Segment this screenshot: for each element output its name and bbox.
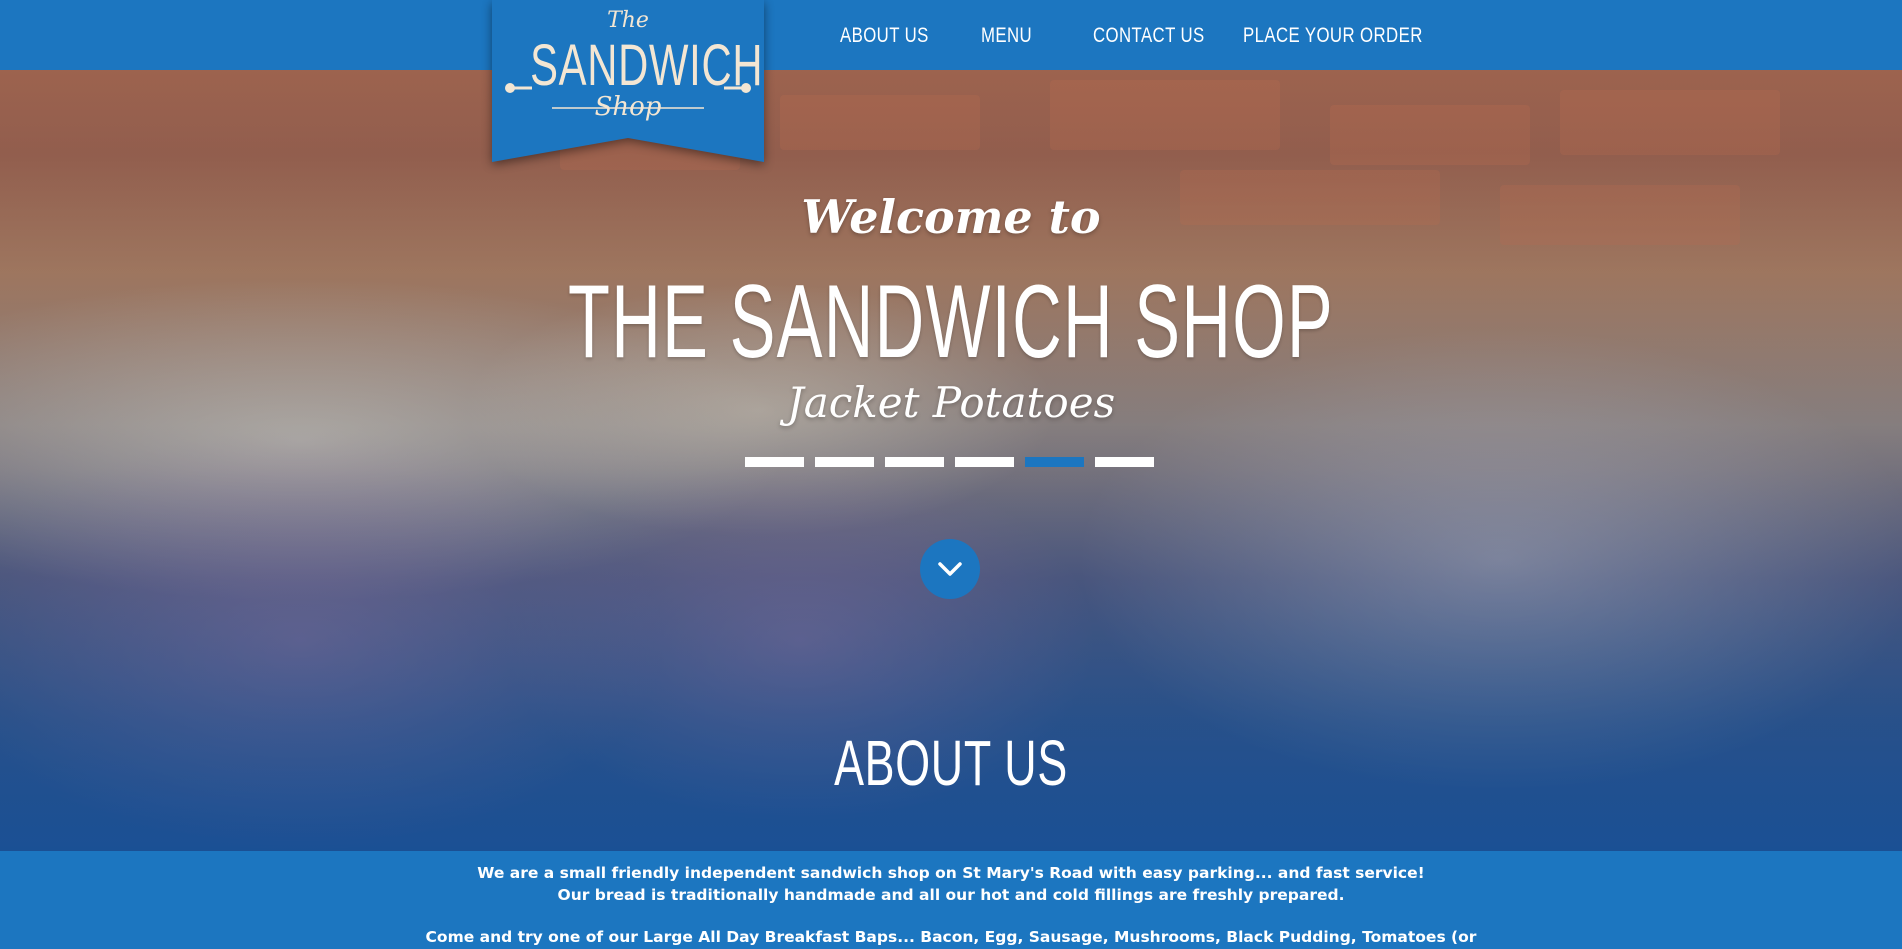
hero-slide-caption: Jacket Potatoes xyxy=(786,378,1116,427)
slider-dot-5-active[interactable] xyxy=(1025,457,1084,467)
slider-dot-3[interactable] xyxy=(885,457,944,467)
slider-pagination xyxy=(745,457,1154,467)
slider-dot-2[interactable] xyxy=(815,457,874,467)
slider-dot-6[interactable] xyxy=(1095,457,1154,467)
scroll-down-button[interactable] xyxy=(920,539,980,599)
hero-welcome: Welcome to xyxy=(801,190,1101,244)
about-paragraph-3: Come and try one of our Large All Day Br… xyxy=(425,928,1477,946)
nav-menu[interactable]: MENU xyxy=(981,24,1032,48)
site-logo[interactable]: The SANDWICH Shop xyxy=(492,0,764,162)
nav-about-us[interactable]: ABOUT US xyxy=(840,24,929,48)
hero-title: THE SANDWICH SHOP xyxy=(567,264,1335,380)
top-navbar: ABOUT US MENU CONTACT US PLACE YOUR ORDE… xyxy=(0,0,1902,70)
logo-text-the: The xyxy=(607,8,649,33)
about-paragraph-1: We are a small friendly independent sand… xyxy=(477,864,1425,882)
chevron-down-icon xyxy=(938,562,962,576)
about-paragraph-2: Our bread is traditionally handmade and … xyxy=(557,886,1345,904)
logo-text-shop: Shop xyxy=(594,92,662,122)
nav-contact-us[interactable]: CONTACT US xyxy=(1093,24,1205,48)
slider-dot-4[interactable] xyxy=(955,457,1014,467)
slider-dot-1[interactable] xyxy=(745,457,804,467)
nav-place-your-order[interactable]: PLACE YOUR ORDER xyxy=(1243,24,1423,48)
about-heading: ABOUT US xyxy=(834,727,1068,799)
logo-text-sandwich: SANDWICH xyxy=(530,33,764,98)
about-section: We are a small friendly independent sand… xyxy=(0,851,1902,949)
